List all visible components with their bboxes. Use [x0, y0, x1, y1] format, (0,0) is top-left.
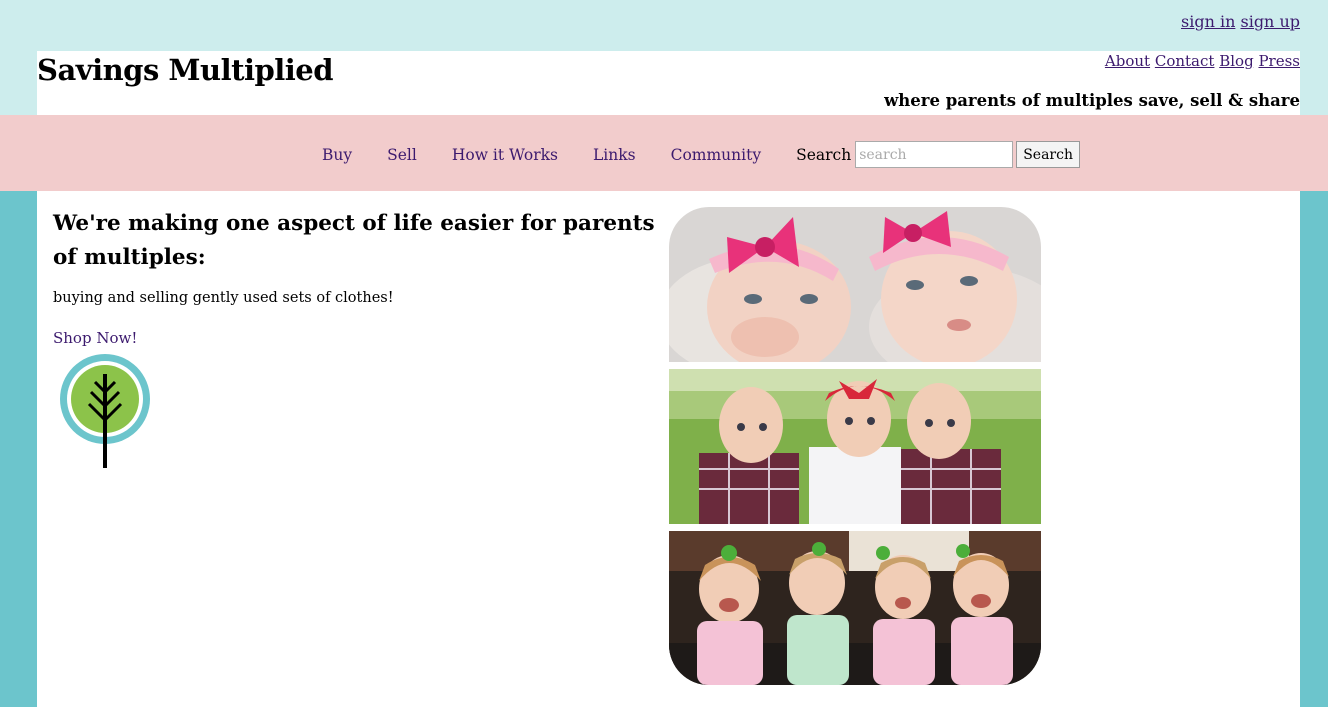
top-links: About Contact Blog Press — [1105, 52, 1300, 70]
photo-triplet-babies — [669, 369, 1041, 524]
photo-quadruplet-toddlers — [669, 531, 1041, 685]
nav-bar: Buy Sell How it Works Links Community Se… — [0, 115, 1328, 191]
search-input[interactable] — [855, 141, 1014, 168]
sign-up-link[interactable]: sign up — [1240, 12, 1300, 31]
nav-links[interactable]: Links — [593, 146, 636, 164]
press-link[interactable]: Press — [1258, 52, 1300, 70]
nav-sell[interactable]: Sell — [387, 146, 417, 164]
about-link[interactable]: About — [1105, 52, 1150, 70]
header: Savings Multiplied About Contact Blog Pr… — [37, 51, 1300, 115]
headline: We're making one aspect of life easier f… — [53, 211, 655, 270]
main-content: We're making one aspect of life easier f… — [37, 191, 1300, 707]
site-title[interactable]: Savings Multiplied — [37, 53, 334, 87]
nav-buy[interactable]: Buy — [322, 146, 352, 164]
blog-link[interactable]: Blog — [1219, 52, 1253, 70]
nav-community[interactable]: Community — [671, 146, 762, 164]
photo-twin-babies — [669, 207, 1041, 362]
tree-logo-icon — [59, 354, 153, 474]
nav-items: Buy Sell How it Works Links Community Se… — [322, 141, 1080, 168]
search-button[interactable]: Search — [1016, 141, 1080, 168]
sign-in-link[interactable]: sign in — [1181, 12, 1235, 31]
search-label: Search — [796, 145, 852, 164]
nav-how-it-works[interactable]: How it Works — [452, 146, 558, 164]
subline: buying and selling gently used sets of c… — [53, 290, 394, 306]
shop-now-link[interactable]: Shop Now! — [53, 329, 137, 347]
contact-link[interactable]: Contact — [1155, 52, 1215, 70]
auth-links: sign in sign up — [1181, 12, 1300, 31]
tagline: where parents of multiples save, sell & … — [884, 91, 1300, 110]
